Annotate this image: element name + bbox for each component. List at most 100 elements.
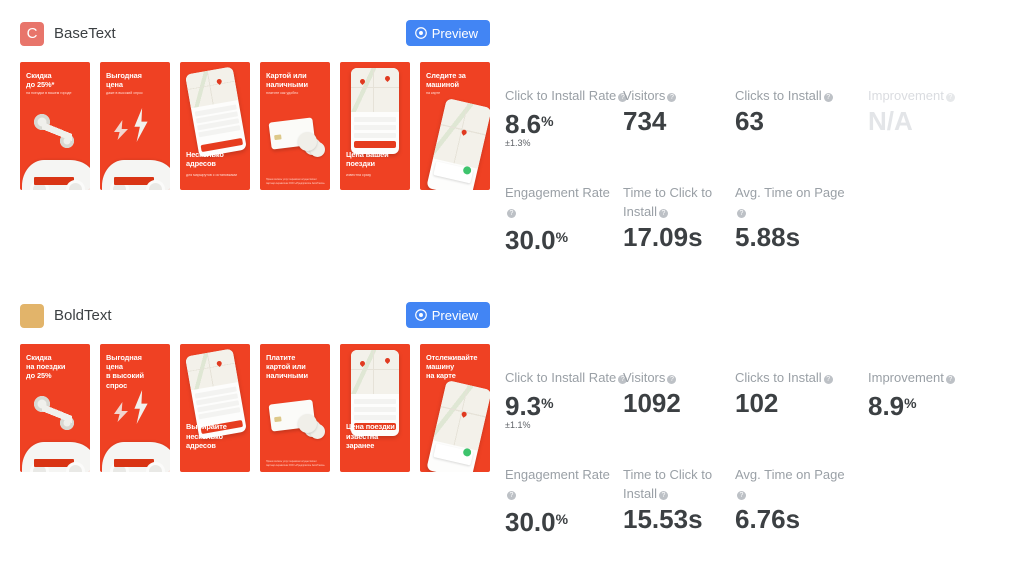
help-icon[interactable]: ?: [823, 375, 833, 384]
help-icon[interactable]: ?: [507, 491, 516, 500]
metric-label: Visitors?: [623, 368, 735, 387]
help-icon[interactable]: ?: [667, 93, 677, 102]
payment-card: [268, 117, 316, 150]
screenshot-headline: Следите за машиной: [426, 71, 466, 90]
list-row: [194, 386, 237, 399]
help-icon[interactable]: ?: [737, 209, 746, 218]
list-row: [195, 111, 238, 124]
list-row: [354, 415, 396, 420]
screenshot-headline: Выгодная цена: [106, 71, 142, 90]
metric-clicks_to_install: Clicks to Install? 63: [735, 86, 847, 136]
help-icon[interactable]: ?: [823, 93, 833, 102]
screenshot-thumbnail[interactable]: Скидка на поездки до 25%: [20, 344, 90, 472]
help-icon[interactable]: ?: [737, 491, 746, 500]
list-row: [198, 407, 241, 419]
screenshot-thumbnail[interactable]: Несколько адресов для маршрутов с останов…: [180, 62, 250, 190]
metric-time_to_click_to_install: Time to Click to Install? 15.53s: [623, 465, 735, 534]
metric-label: Clicks to Install?: [735, 86, 847, 105]
map-pin: [383, 74, 392, 83]
coin: [310, 424, 325, 439]
metric-error-margin: ±1.3%: [505, 138, 531, 148]
metric-label-text: Avg. Time on Page: [735, 185, 845, 200]
screenshot-thumbnail[interactable]: Выбирайте несколько адресов: [180, 344, 250, 472]
help-icon[interactable]: ?: [658, 491, 668, 500]
metric-label-text: Clicks to Install: [735, 370, 822, 385]
metric-label: Clicks to Install?: [735, 368, 847, 387]
metric-label-text: Click to Install Rate: [505, 88, 617, 103]
metric-label-text: Visitors: [623, 370, 666, 385]
variant-name: BaseText: [54, 25, 116, 42]
help-icon[interactable]: ?: [658, 209, 668, 218]
metric-label: Improvement?: [868, 368, 1018, 387]
bolt-shape: [134, 390, 148, 424]
metric-label: Engagement Rate?: [505, 183, 617, 221]
payment-card: [268, 399, 316, 432]
screenshot-artwork: [180, 62, 250, 190]
screenshot-subtext: для маршрутов с остановками: [186, 173, 237, 177]
help-icon[interactable]: ?: [945, 93, 955, 102]
metric-label-text: Visitors: [623, 88, 666, 103]
list-row: [198, 125, 241, 137]
metric-value-text: 102: [735, 388, 779, 418]
preview-button[interactable]: Preview: [405, 302, 490, 328]
metric-value-text: 63: [735, 106, 764, 136]
screenshot-thumbnail[interactable]: Выгодная цена в высокий спрос: [100, 344, 170, 472]
screenshot-headline: Выбирайте несколько адресов: [186, 422, 227, 450]
car-band: [34, 459, 74, 467]
variant-block-basetext: C BaseText Preview Скидка до 25%* на поездки…: [0, 18, 1024, 255]
info-card: [433, 161, 474, 184]
metric-value-unit: %: [555, 229, 569, 245]
metric-value-text: 8.9: [868, 391, 905, 421]
screenshot-legal-text: Прием оплаты услуг перевозки осуществляе…: [266, 460, 325, 467]
metric-value-unit: %: [541, 395, 554, 411]
car-illustration: [102, 442, 170, 472]
help-icon[interactable]: ?: [945, 375, 955, 384]
driver-avatar: [462, 165, 472, 176]
metric-value-text: 8.6: [505, 109, 542, 139]
percent-slash: [42, 112, 72, 152]
screenshot-subtext: на поездки в вашем городе: [26, 91, 72, 96]
metric-value: N/A: [868, 106, 1018, 136]
map-graphic: [185, 66, 239, 109]
screenshot-artwork: [340, 62, 410, 190]
map-graphic: [185, 348, 239, 391]
screenshot-headline: Картой или наличными: [266, 71, 308, 90]
help-icon[interactable]: ?: [667, 375, 677, 384]
metric-label: Visitors?: [623, 86, 735, 105]
metric-label: Avg. Time on Page?: [735, 183, 847, 221]
preview-button-label: Preview: [431, 25, 478, 41]
screenshot-thumbnail[interactable]: Скидка до 25%* на поездки в вашем городе: [20, 62, 90, 190]
screenshot-thumbnail[interactable]: Отслеживайте машину на карте: [420, 344, 490, 472]
screenshot-subtext: даже в высокий спрос: [106, 91, 143, 96]
help-icon[interactable]: ?: [507, 209, 516, 218]
screenshot-thumbnail[interactable]: Следите за машиной на карте: [420, 62, 490, 190]
metric-value: 30.0%: [505, 504, 617, 537]
metric-time_to_click_to_install: Time to Click to Install? 17.09s: [623, 183, 735, 252]
percent-slash: [42, 394, 72, 434]
metric-value: 63: [735, 106, 847, 136]
metric-value-text: 9.3: [505, 391, 542, 421]
metric-value-text: 17.09s: [623, 222, 703, 252]
screenshot-subtext: на карте: [426, 91, 441, 96]
screenshot-artwork: [340, 344, 410, 472]
art-shape: [60, 134, 74, 148]
screenshot-thumbnail[interactable]: Цена вашей поездки известна сразу: [340, 62, 410, 190]
list-row: [197, 118, 240, 130]
car-band: [114, 177, 154, 185]
metric-engagement_rate: Engagement Rate? 30.0%: [505, 183, 617, 255]
screenshot-thumbnail[interactable]: Платите картой или наличными Прием оплаты…: [260, 344, 330, 472]
ab-test-results-page: C BaseText Preview Скидка до 25%* на поездки…: [0, 0, 1024, 568]
screenshot-thumbnail[interactable]: Выгодная цена даже в высокий спрос: [100, 62, 170, 190]
car-band: [34, 177, 74, 185]
art-shape: [34, 114, 50, 130]
screenshot-thumbnail[interactable]: Картой или наличными платите как удобно Пр…: [260, 62, 330, 190]
preview-button[interactable]: Preview: [405, 20, 490, 46]
map-graphic: [432, 98, 490, 169]
card-chip: [274, 416, 282, 423]
screenshot-thumbnail[interactable]: Цена поездки известна заранее: [340, 344, 410, 472]
car-band: [114, 459, 154, 467]
list-row: [354, 117, 396, 122]
metric-label-text: Improvement: [868, 88, 944, 103]
art-shape: [60, 416, 74, 430]
metric-improvement: Improvement? 8.9%: [868, 368, 1018, 421]
